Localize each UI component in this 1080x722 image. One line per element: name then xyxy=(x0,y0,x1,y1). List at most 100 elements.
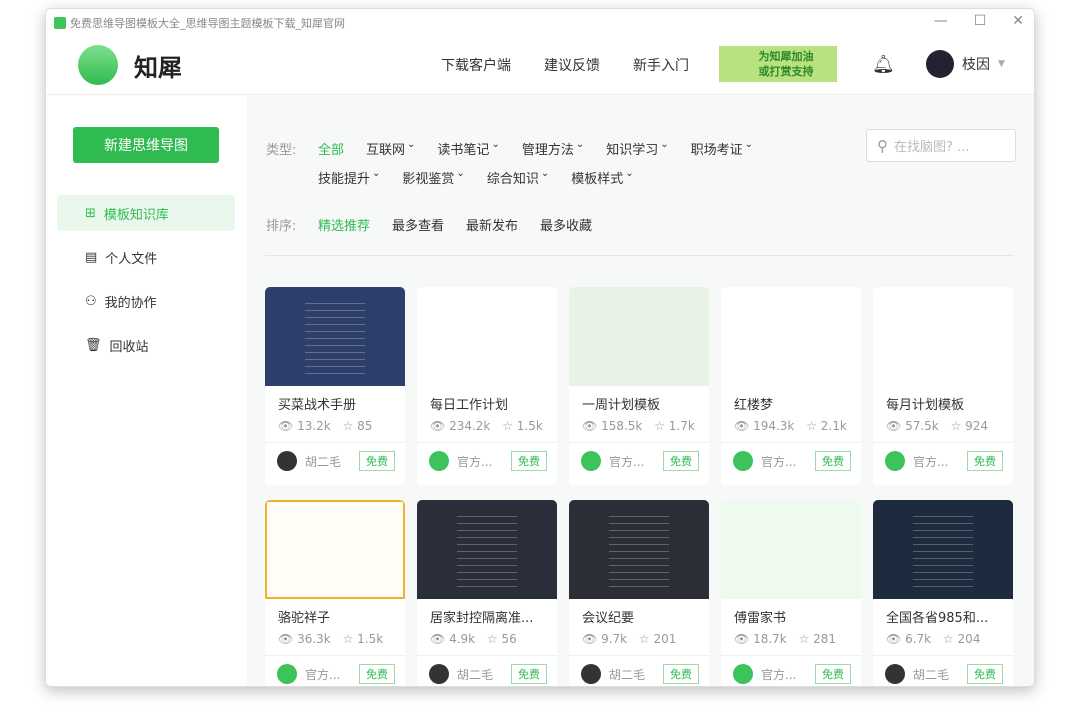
avatar xyxy=(926,50,954,78)
template-thumbnail xyxy=(417,287,557,386)
chevron-down-icon: ⌄ xyxy=(660,139,669,150)
author-name[interactable]: 胡二毛 xyxy=(305,453,341,470)
type-filter[interactable]: 综合知识 xyxy=(487,168,539,187)
nav-feedback[interactable]: 建议反馈 xyxy=(544,55,600,75)
promo-line: 或打赏支持 xyxy=(758,65,814,78)
author-avatar xyxy=(733,451,753,471)
card-footer: 胡二毛 免费 xyxy=(265,442,405,471)
chevron-down-icon: ⌄ xyxy=(575,139,585,150)
type-filter[interactable]: 影视鉴赏 xyxy=(402,168,454,187)
type-filter[interactable]: 读书笔记 xyxy=(437,139,489,158)
template-thumbnail xyxy=(569,500,709,599)
author-name[interactable]: 官方... xyxy=(457,453,492,470)
free-badge: 免费 xyxy=(815,451,851,471)
close-button[interactable]: ✕ xyxy=(1012,13,1024,29)
chevron-down-icon: ⌄ xyxy=(456,168,465,179)
sidebar-item-collab[interactable]: ⚇ 我的协作 xyxy=(57,283,235,319)
title-bar: 免费思维导图模板大全_思维导图主题模板下载_知犀官网 — ☐ ✕ xyxy=(46,9,1034,37)
logo[interactable]: 知犀 xyxy=(78,45,182,85)
sidebar-item-trash[interactable]: 🗑︎ 回收站 xyxy=(57,327,235,363)
author-name[interactable]: 胡二毛 xyxy=(609,666,645,683)
new-mindmap-button[interactable]: 新建思维导图 xyxy=(73,127,219,163)
template-card[interactable]: 每月计划模板 👁︎ 57.5k ☆ 924 官方... 免费 xyxy=(873,287,1013,485)
card-title: 居家封控隔离准... xyxy=(430,611,534,626)
maximize-button[interactable]: ☐ xyxy=(974,13,987,29)
template-card[interactable]: 全国各省985和... 👁︎ 6.7k ☆ 204 胡二毛 免费 xyxy=(873,500,1013,686)
sidebar-item-files[interactable]: ▤ 个人文件 xyxy=(57,239,235,275)
author-name[interactable]: 官方... xyxy=(761,453,796,470)
card-stats: 👁︎ 4.9k ☆ 56 xyxy=(417,626,557,646)
author-name[interactable]: 官方... xyxy=(913,453,948,470)
free-badge: 免费 xyxy=(663,451,699,471)
card-stats: 👁︎ 57.5k ☆ 924 xyxy=(873,413,1013,433)
template-card[interactable]: 傅雷家书 👁︎ 18.7k ☆ 281 官方... 免费 xyxy=(721,500,861,686)
sort-option[interactable]: 最多收藏 xyxy=(540,215,592,234)
template-card[interactable]: 红楼梦 👁︎ 194.3k ☆ 2.1k 官方... 免费 xyxy=(721,287,861,485)
card-title: 全国各省985和... xyxy=(886,611,989,626)
author-name[interactable]: 胡二毛 xyxy=(913,666,949,683)
sort-option[interactable]: 最新发布 xyxy=(466,215,518,234)
template-thumbnail xyxy=(265,500,405,599)
card-footer: 胡二毛 免费 xyxy=(417,655,557,684)
star-count: 924 xyxy=(965,419,989,433)
eye-icon: 👁︎ xyxy=(582,419,602,433)
template-card[interactable]: 买菜战术手册 👁︎ 13.2k ☆ 85 胡二毛 免费 xyxy=(265,287,405,485)
trash-icon: 🗑︎ xyxy=(85,337,102,353)
sidebar-item-templates[interactable]: ⊞ 模板知识库 xyxy=(57,195,235,231)
sort-option[interactable]: 最多查看 xyxy=(392,215,444,234)
free-badge: 免费 xyxy=(967,664,1003,684)
template-thumbnail xyxy=(873,287,1013,386)
template-card[interactable]: 一周计划模板 👁︎ 158.5k ☆ 1.7k 官方... 免费 xyxy=(569,287,709,485)
template-card[interactable]: 骆驼祥子 👁︎ 36.3k ☆ 1.5k 官方... 免费 xyxy=(265,500,405,686)
star-icon: ☆ xyxy=(483,632,502,646)
eye-icon: 👁︎ xyxy=(886,419,906,433)
chevron-down-icon: ⌄ xyxy=(625,168,634,179)
promo-line: 为知犀加油 xyxy=(758,50,814,63)
author-name[interactable]: 官方... xyxy=(305,666,340,683)
star-icon: ☆ xyxy=(650,419,669,433)
card-footer: 官方... 免费 xyxy=(569,442,709,471)
template-card[interactable]: 会议纪要 👁︎ 9.7k ☆ 201 胡二毛 免费 xyxy=(569,500,709,686)
search-placeholder: 在找脑图? ... xyxy=(894,140,970,155)
card-title: 骆驼祥子 xyxy=(278,611,331,626)
type-filter[interactable]: 知识学习 xyxy=(606,139,658,158)
template-card[interactable]: 每日工作计划 👁︎ 234.2k ☆ 1.5k 官方... 免费 xyxy=(417,287,557,485)
card-title: 每日工作计划 xyxy=(430,398,509,413)
type-all[interactable]: 全部 xyxy=(318,139,344,158)
author-name[interactable]: 官方... xyxy=(761,666,796,683)
author-avatar xyxy=(885,451,905,471)
view-count: 13.2k xyxy=(297,419,331,433)
app-icon xyxy=(54,17,66,29)
star-icon: ☆ xyxy=(338,632,358,646)
chevron-down-icon: ⌄ xyxy=(744,139,754,150)
card-footer: 官方... 免费 xyxy=(417,442,557,471)
user-menu[interactable]: 枝因 ▼ xyxy=(926,50,1005,78)
star-icon: ☆ xyxy=(338,419,358,433)
author-name[interactable]: 官方... xyxy=(609,453,644,470)
eye-icon: 👁︎ xyxy=(430,632,450,646)
card-title: 红楼梦 xyxy=(734,398,774,413)
type-filter[interactable]: 模板样式 xyxy=(571,168,623,187)
type-filter[interactable]: 技能提升 xyxy=(318,168,370,187)
author-name[interactable]: 胡二毛 xyxy=(457,666,493,683)
bell-icon[interactable]: 🔔︎ xyxy=(872,54,895,75)
template-card[interactable]: 居家封控隔离准... 👁︎ 4.9k ☆ 56 胡二毛 免费 xyxy=(417,500,557,686)
star-icon: ☆ xyxy=(794,632,814,646)
sort-option[interactable]: 精选推荐 xyxy=(318,215,370,234)
type-filter[interactable]: 管理方法 xyxy=(522,139,574,158)
card-stats: 👁︎ 9.7k ☆ 201 xyxy=(569,626,709,646)
support-banner[interactable]: 为知犀加油 或打赏支持 xyxy=(719,46,837,82)
minimize-button[interactable]: — xyxy=(934,13,948,29)
author-avatar xyxy=(733,664,753,684)
search-input[interactable]: ⚲ 在找脑图? ... xyxy=(866,129,1016,162)
type-filter[interactable]: 职场考证 xyxy=(691,139,743,158)
grid-icon: ⊞ xyxy=(85,205,96,221)
chevron-down-icon: ⌄ xyxy=(491,139,500,150)
nav-download[interactable]: 下载客户端 xyxy=(441,55,511,75)
free-badge: 免费 xyxy=(359,451,395,471)
sidebar: 新建思维导图 ⊞ 模板知识库 ▤ 个人文件 ⚇ 我的协作 🗑︎ 回收站 xyxy=(46,95,247,686)
nav-beginner[interactable]: 新手入门 xyxy=(633,55,689,75)
card-title: 一周计划模板 xyxy=(582,398,661,413)
eye-icon: 👁︎ xyxy=(734,419,754,433)
type-filter[interactable]: 互联网 xyxy=(366,139,405,158)
